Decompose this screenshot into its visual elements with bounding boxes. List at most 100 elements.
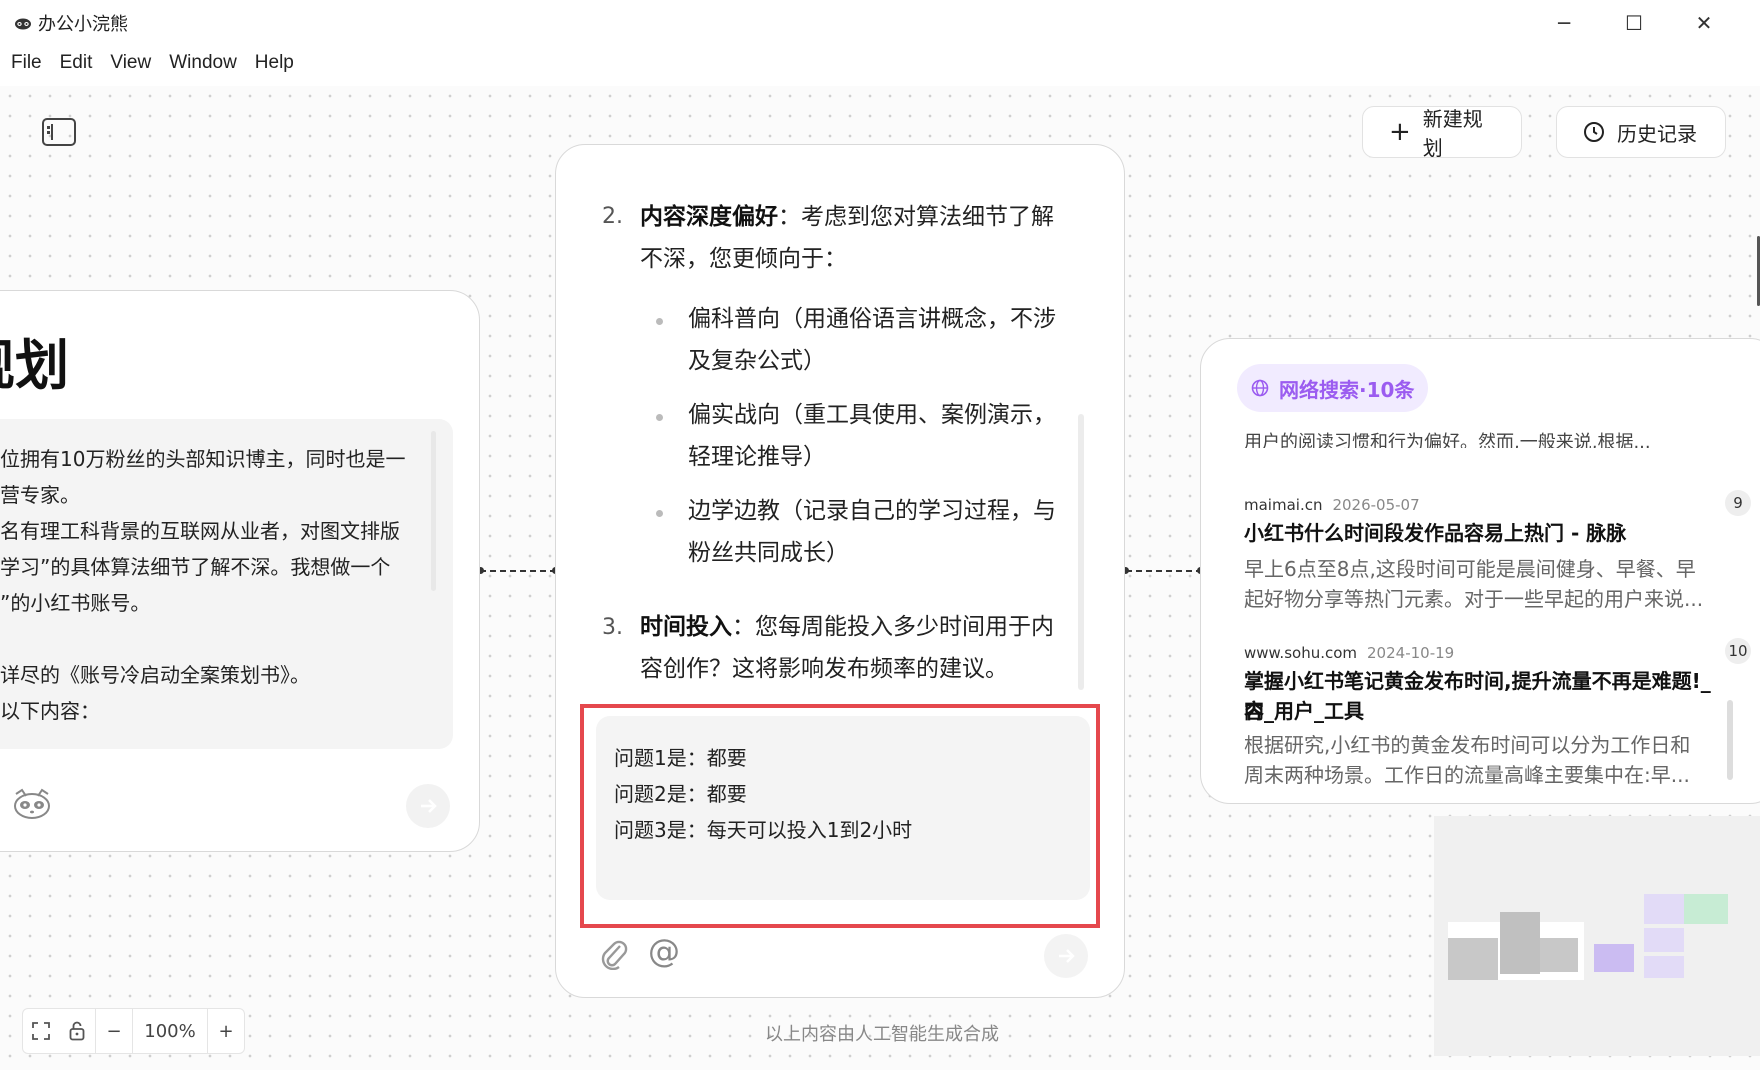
new-plan-button[interactable]: + 新建规划 xyxy=(1362,106,1522,160)
question-2-number: 2. xyxy=(602,204,623,229)
minimize-button[interactable]: ─ xyxy=(1540,8,1588,38)
minimap-node xyxy=(1644,956,1684,978)
menu-help[interactable]: Help xyxy=(246,46,303,84)
option-line: 轻理论推导） xyxy=(688,444,826,470)
app-title-area: 办公小浣熊 xyxy=(14,10,128,36)
question-2-bold: 内容深度偏好 xyxy=(640,204,778,230)
minimap-node xyxy=(1540,938,1578,972)
plus-icon: + xyxy=(1389,117,1411,147)
app-title: 办公小浣熊 xyxy=(38,14,128,35)
result-domain: maimai.cn xyxy=(1244,496,1323,514)
ai-disclaimer: 以上内容由人工智能生成合成 xyxy=(765,1024,999,1045)
question-3-rest: ：您每周能投入多少时间用于内 xyxy=(732,614,1054,640)
maximize-icon: ☐ xyxy=(1625,11,1643,35)
answer-line: 问题2是：都要 xyxy=(614,782,747,806)
arrow-right-icon xyxy=(421,799,437,813)
result-snippet: 起好物分享等热门元素。对于一些早起的用户来说... xyxy=(1244,587,1704,611)
result-title-link[interactable]: 小红书什么时间段发作品容易上热门 - 脉脉 xyxy=(1244,518,1724,548)
result-snippet: 周末两种场景。工作日的流量高峰主要集中在:早... xyxy=(1244,763,1690,787)
history-button[interactable]: 历史记录 xyxy=(1556,106,1726,158)
question-3-rest-line2: 容创作？这将影响发布频率的建议。 xyxy=(640,656,1008,682)
minimap-node xyxy=(1684,894,1728,924)
question-3-bold: 时间投入 xyxy=(640,614,732,640)
left-card-title: 规划 xyxy=(0,334,69,397)
left-send-button[interactable] xyxy=(406,784,450,828)
question-2-text: 内容深度偏好：考虑到您对算法细节了解 不深，您更倾向于： xyxy=(640,196,1080,280)
minimap-node xyxy=(1644,928,1684,952)
history-label: 历史记录 xyxy=(1617,121,1697,146)
title-bar: 办公小浣熊 ─ ☐ ✕ xyxy=(0,0,1760,44)
result-domain: www.sohu.com xyxy=(1244,644,1358,662)
zoom-in-button[interactable]: + xyxy=(208,1009,244,1053)
question-3-text: 时间投入：您每周能投入多少时间用于内 容创作？这将影响发布频率的建议。 xyxy=(640,606,1080,690)
result-title-link[interactable]: 容_用户_工具 xyxy=(1244,696,1724,726)
results-scrollbar[interactable] xyxy=(1727,700,1733,780)
maximize-button[interactable]: ☐ xyxy=(1610,8,1658,38)
connector-right xyxy=(1126,570,1202,572)
minimap-node xyxy=(1500,912,1540,974)
fit-screen-icon xyxy=(32,1022,50,1040)
question-3-number: 3. xyxy=(602,615,623,640)
option-line: 粉丝共同成长） xyxy=(688,540,849,566)
menu-window[interactable]: Window xyxy=(160,46,246,84)
result-date: 2024-10-19 xyxy=(1367,644,1455,662)
menu-view[interactable]: View xyxy=(101,46,160,84)
option-line: 边学边教（记录自己的学习过程，与 xyxy=(688,498,1056,524)
arrow-right-icon xyxy=(1059,949,1075,963)
option-line: 偏实战向（重工具使用、案例演示， xyxy=(688,402,1056,428)
zoom-level: 100% xyxy=(144,1020,196,1042)
minimap[interactable] xyxy=(1434,816,1760,1056)
truncated-snippet: 用户的阅读习惯和行为偏好。然而,一般来说,根据... xyxy=(1244,432,1651,448)
close-icon: ✕ xyxy=(1695,11,1713,35)
prompt-line: 营专家。 xyxy=(0,483,80,507)
lock-button[interactable] xyxy=(59,1009,95,1053)
prompt-line: 学习”的具体算法细节了解不深。我想做一个 xyxy=(0,555,391,579)
menu-file[interactable]: File xyxy=(2,46,51,84)
raccoon-logo-icon xyxy=(15,18,31,30)
prompt-line: 名有理工科背景的互联网从业者，对图文排版 xyxy=(0,519,400,543)
minimize-icon: ─ xyxy=(1557,11,1571,35)
question-2-rest-line2: 不深，您更倾向于： xyxy=(640,246,847,272)
option-line: 偏科普向（用通俗语言讲概念，不涉 xyxy=(688,306,1056,332)
bullet-dot xyxy=(656,318,663,325)
mention-icon[interactable]: @ xyxy=(648,932,680,970)
clock-icon xyxy=(1584,122,1604,142)
connector-left xyxy=(480,570,556,572)
answer-line: 问题1是：都要 xyxy=(614,746,747,770)
prompt-line: 位拥有10万粉丝的头部知识博主，同时也是一 xyxy=(0,447,406,471)
answer-line: 问题3是：每天可以投入1到2小时 xyxy=(614,818,913,842)
minimap-node xyxy=(1594,944,1634,972)
fit-view-button[interactable] xyxy=(23,1009,59,1053)
close-button[interactable]: ✕ xyxy=(1680,8,1728,38)
bullet-dot xyxy=(656,414,663,421)
option-item: 偏实战向（重工具使用、案例演示， 轻理论推导） xyxy=(688,394,1088,478)
unlock-icon xyxy=(69,1021,85,1041)
menu-bar: File Edit View Window Help xyxy=(0,46,303,84)
prompt-line: 详尽的《账号冷启动全案策划书》。 xyxy=(0,663,310,687)
result-badge: 9 xyxy=(1725,490,1751,516)
prompt-line: ”的小红书账号。 xyxy=(0,591,151,615)
raccoon-avatar-icon xyxy=(14,788,50,819)
result-date: 2026-05-07 xyxy=(1332,496,1420,514)
prompt-line: 以下内容： xyxy=(0,699,100,723)
prompt-scrollbar[interactable] xyxy=(431,431,436,591)
web-search-tag[interactable]: 网络搜索·10条 xyxy=(1237,364,1429,412)
bullet-dot xyxy=(656,510,663,517)
result-badge: 10 xyxy=(1725,638,1751,664)
option-item: 边学边教（记录自己的学习过程，与 粉丝共同成长） xyxy=(688,490,1088,574)
result-snippet: 根据研究,小红书的黄金发布时间可以分为工作日和 xyxy=(1244,733,1691,757)
zoom-out-button[interactable]: − xyxy=(96,1009,132,1053)
question-2-rest: ：考虑到您对算法细节了解 xyxy=(778,204,1054,230)
paperclip-icon[interactable] xyxy=(600,936,628,970)
sidebar-toggle-icon[interactable] xyxy=(42,118,76,146)
result-snippet: 早上6点至8点,这段时间可能是晨间健身、早餐、早 xyxy=(1244,557,1696,581)
result-source: maimai.cn 2026-05-07 xyxy=(1244,496,1420,514)
minimap-node xyxy=(1448,938,1498,980)
send-button[interactable] xyxy=(1044,934,1088,978)
questions-scrollbar[interactable] xyxy=(1078,414,1084,690)
result-source: www.sohu.com 2024-10-19 xyxy=(1244,644,1454,662)
new-plan-label: 新建规划 xyxy=(1422,107,1483,160)
menu-edit[interactable]: Edit xyxy=(51,46,102,84)
zoom-toolbar: − 100% + xyxy=(22,1008,245,1054)
globe-icon xyxy=(1251,379,1269,397)
